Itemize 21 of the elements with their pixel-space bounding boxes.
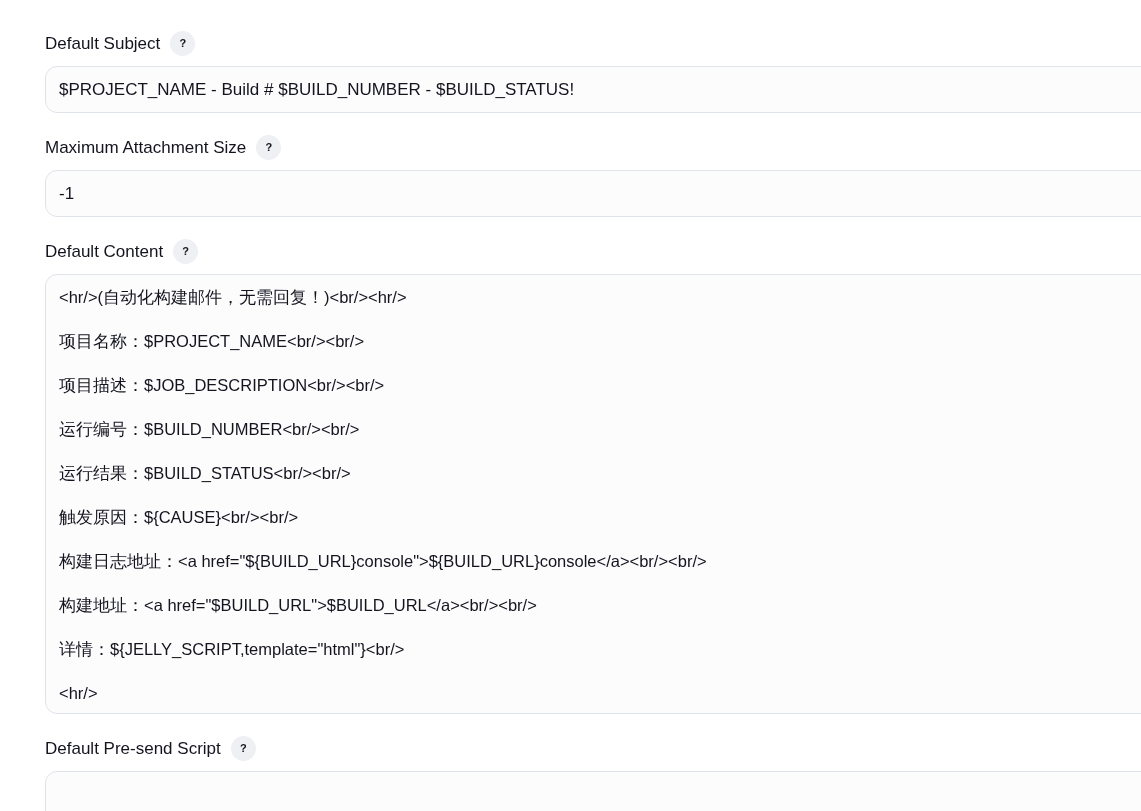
content-line: 运行结果：$BUILD_STATUS<br/><br/> [59,463,352,484]
content-line: <hr/>(自动化构建邮件，无需回复！)<br/><hr/> [59,287,408,308]
help-button[interactable]: ? [173,239,199,264]
content-line: 详情：${JELLY_SCRIPT,template="html"}<br/> [59,639,406,660]
help-button[interactable]: ? [256,135,282,160]
input-field[interactable]: -1 [45,170,1141,217]
content-line: 项目描述：$JOB_DESCRIPTION<br/><br/> [59,375,386,396]
field-label: Default Subject [45,32,161,55]
content-line: 运行编号：$BUILD_NUMBER<br/><br/> [59,419,361,440]
field-label: Default Content [45,240,164,263]
field-label: Maximum Attachment Size [45,136,247,159]
content-line: 构建日志地址：<a href="${BUILD_URL}console">${BUILD_URL}console</a><br/><br/> [59,551,708,572]
content-line: 触发原因：${CAUSE}<br/><br/> [59,507,300,528]
input-field[interactable]: $PROJECT_NAME - Build # $BUILD_NUMBER - $BUILD_STATUS! [45,66,1141,113]
help-button[interactable]: ? [170,31,196,56]
content-line: <hr/> [59,683,99,704]
content-line: 项目名称：$PROJECT_NAME<br/><br/> [59,331,366,352]
content-line: 构建地址：<a href="$BUILD_URL">$BUILD_URL</a><br/><br/> [59,595,538,616]
text-area[interactable] [45,274,1141,714]
help-button[interactable]: ? [230,736,256,761]
field-label: Default Pre-send Script [45,737,221,760]
